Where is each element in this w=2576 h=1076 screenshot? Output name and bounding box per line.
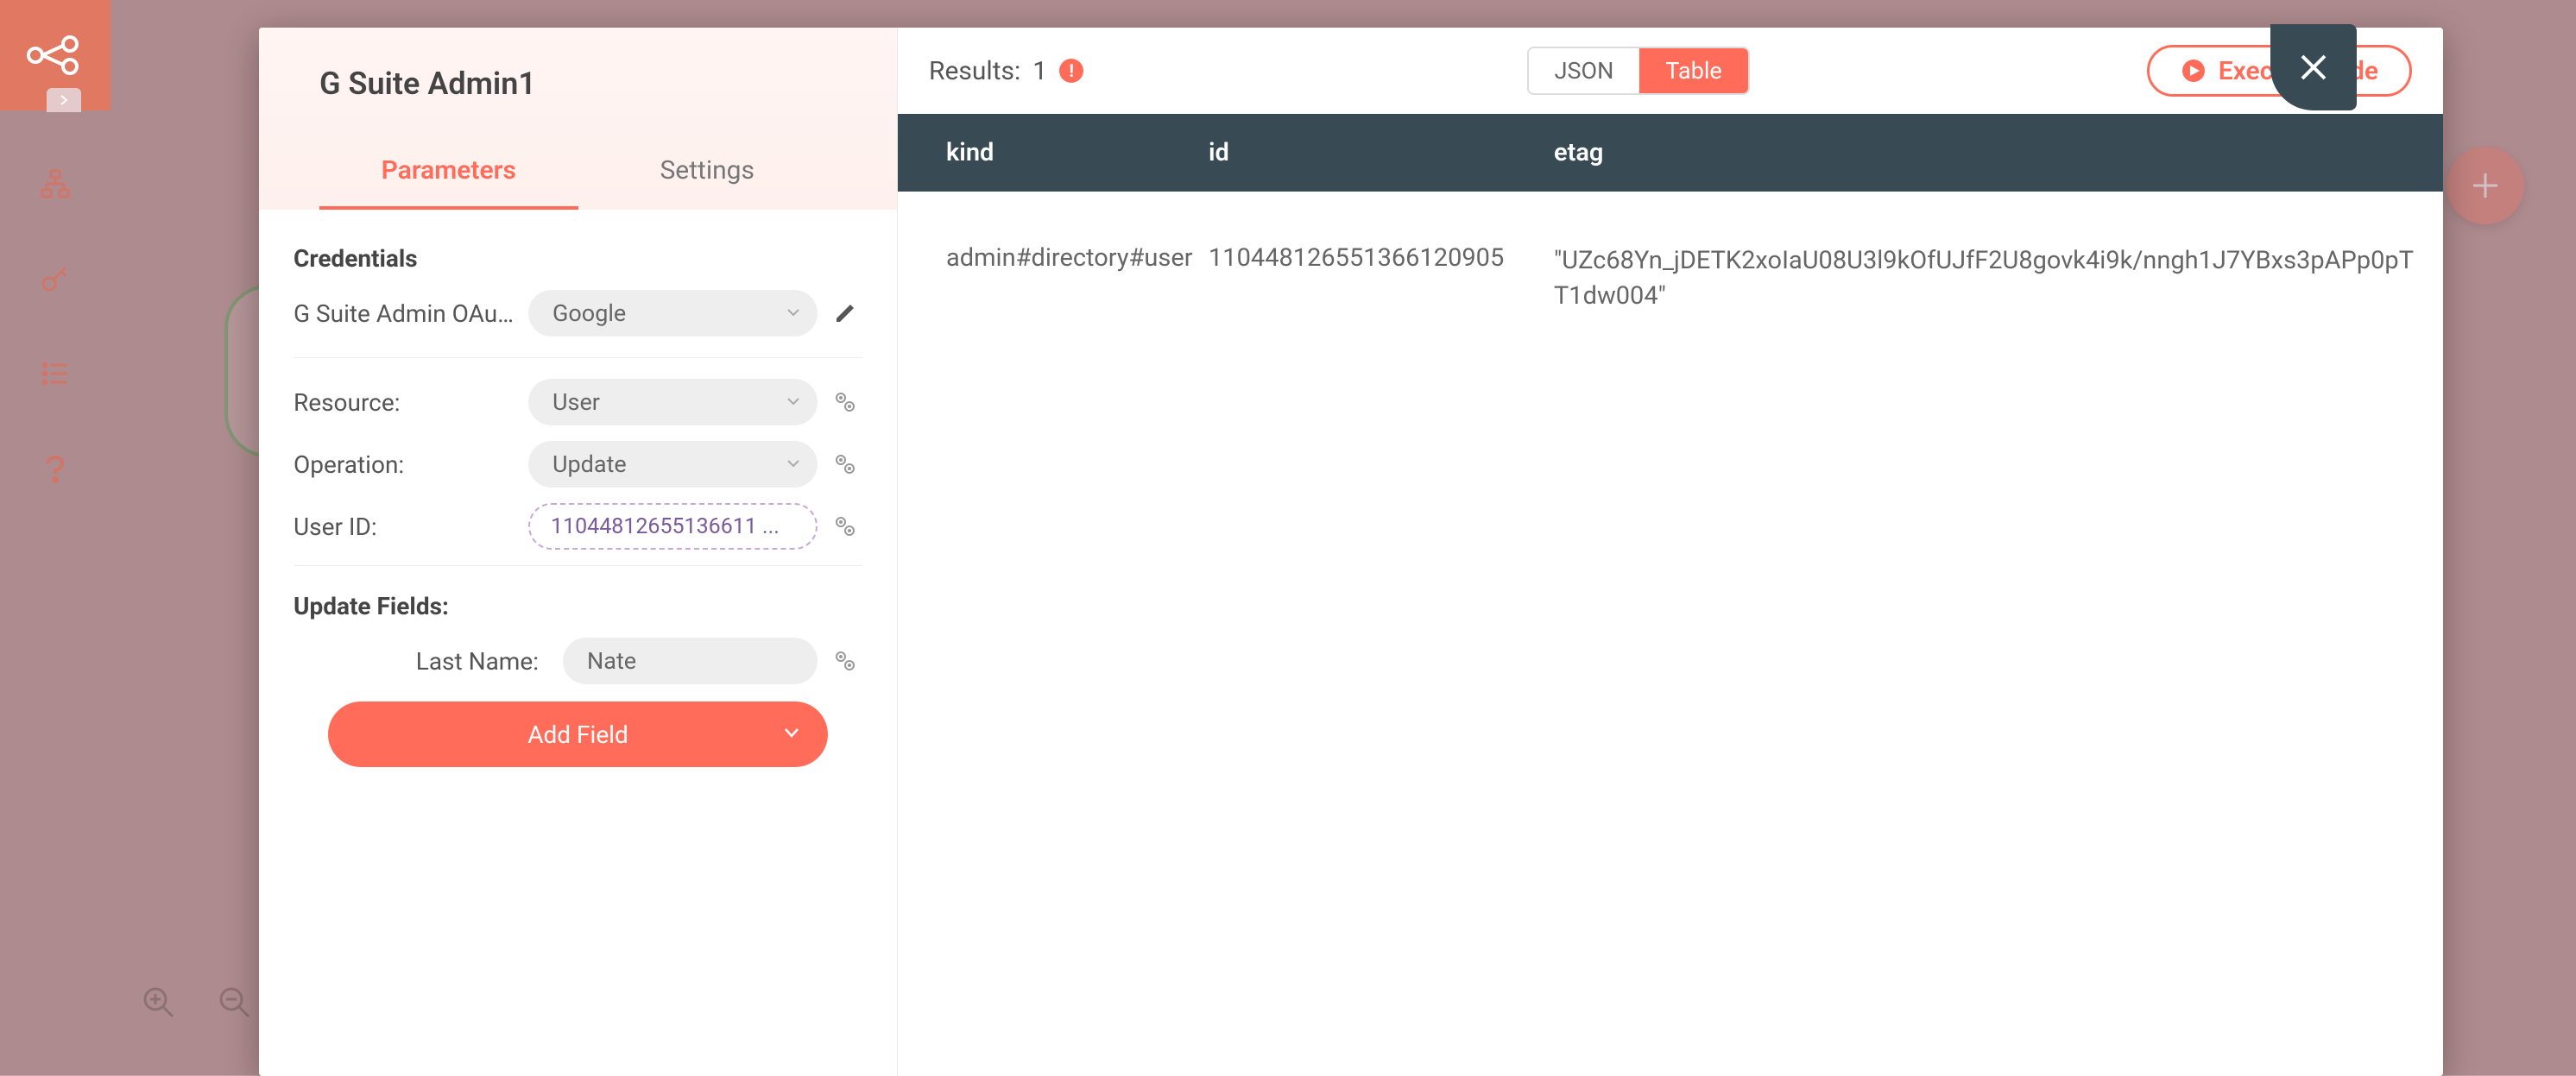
node-title: G Suite Admin1 xyxy=(319,66,837,102)
tab-settings[interactable]: Settings xyxy=(578,140,837,210)
chevron-down-icon xyxy=(785,450,802,478)
resource-value: User xyxy=(552,388,600,416)
lastname-input[interactable]: Nate xyxy=(563,638,818,684)
operation-label: Operation: xyxy=(294,450,518,479)
chevron-right-icon xyxy=(57,93,71,107)
params-body: Credentials G Suite Admin OAut... Google… xyxy=(259,210,897,767)
userid-options-button[interactable] xyxy=(828,513,862,539)
cell-etag: "UZc68Yn_jDETK2xoIaU08U3l9kOfUJfF2U8govk… xyxy=(1537,243,2443,313)
update-fields-heading: Update Fields: xyxy=(294,565,862,620)
operation-options-button[interactable] xyxy=(828,451,862,477)
col-header-kind: kind xyxy=(898,138,1191,167)
credentials-edit-button[interactable] xyxy=(828,301,862,325)
view-table-button[interactable]: Table xyxy=(1639,48,1747,93)
logo-nodes-icon xyxy=(25,34,85,77)
operation-value: Update xyxy=(552,450,627,478)
modal-results-panel: Results: 1 ! JSON Table Execute Node kin… xyxy=(898,28,2443,1076)
add-field-label: Add Field xyxy=(527,720,628,749)
userid-value: 11044812655136611 ... xyxy=(551,514,780,539)
chevron-down-icon xyxy=(785,388,802,416)
resource-label: Resource: xyxy=(294,388,518,417)
credentials-select[interactable]: Google xyxy=(528,290,818,337)
col-header-id: id xyxy=(1191,138,1537,167)
results-label: Results: xyxy=(929,56,1020,86)
add-field-button[interactable]: Add Field xyxy=(328,702,828,767)
col-header-etag: etag xyxy=(1537,138,2443,167)
modal-params-panel: G Suite Admin1 Parameters Settings Crede… xyxy=(259,28,898,1076)
lastname-label: Last Name: xyxy=(294,647,552,676)
resource-options-button[interactable] xyxy=(828,389,862,415)
resource-row: Resource: User xyxy=(294,379,862,425)
cell-kind: admin#directory#user xyxy=(898,243,1191,273)
pencil-icon xyxy=(833,301,857,325)
chevron-down-icon xyxy=(785,299,802,327)
userid-input[interactable]: 11044812655136611 ... xyxy=(528,503,818,550)
gears-icon xyxy=(832,451,858,477)
app-logo[interactable] xyxy=(0,0,110,110)
sidebar-expand-button[interactable] xyxy=(47,88,81,112)
panel-tabs: Parameters Settings xyxy=(319,140,837,210)
credentials-heading: Credentials xyxy=(294,244,862,273)
info-icon[interactable]: ! xyxy=(1059,59,1083,83)
gears-icon xyxy=(832,513,858,539)
list-icon xyxy=(40,358,71,389)
question-icon xyxy=(40,453,71,484)
gears-icon xyxy=(832,648,858,674)
results-table: kind id etag admin#directory#user 110448… xyxy=(898,114,2443,365)
credentials-row: G Suite Admin OAut... Google xyxy=(294,290,862,358)
results-header: Results: 1 ! JSON Table Execute Node xyxy=(898,28,2443,114)
cell-id: 110448126551366120905 xyxy=(1191,243,1537,273)
modal-header: G Suite Admin1 Parameters Settings xyxy=(259,28,897,210)
userid-row: User ID: 11044812655136611 ... xyxy=(294,503,862,550)
operation-row: Operation: Update xyxy=(294,441,862,488)
operation-select[interactable]: Update xyxy=(528,441,818,488)
view-json-button[interactable]: JSON xyxy=(1529,48,1640,93)
table-header-row: kind id etag xyxy=(898,114,2443,192)
key-icon xyxy=(40,263,71,294)
close-button[interactable] xyxy=(2270,24,2357,110)
gears-icon xyxy=(832,389,858,415)
sidebar-item-credentials[interactable] xyxy=(34,257,77,300)
sidebar-item-workflows[interactable] xyxy=(34,162,77,205)
resource-select[interactable]: User xyxy=(528,379,818,425)
credentials-label: G Suite Admin OAut... xyxy=(294,299,518,328)
results-number: 1 xyxy=(1032,56,1047,86)
sidebar-item-executions[interactable] xyxy=(34,352,77,395)
view-toggle: JSON Table xyxy=(1527,47,1750,95)
lastname-options-button[interactable] xyxy=(828,648,862,674)
userid-label: User ID: xyxy=(294,513,518,541)
lastname-row: Last Name: Nate xyxy=(294,638,862,684)
app-sidebar xyxy=(0,0,110,1075)
sitemap-icon xyxy=(40,168,71,199)
play-circle-icon xyxy=(2181,58,2207,84)
node-detail-modal: G Suite Admin1 Parameters Settings Crede… xyxy=(259,28,2443,1076)
sidebar-item-help[interactable] xyxy=(34,447,77,490)
credentials-value: Google xyxy=(552,299,626,327)
table-row[interactable]: admin#directory#user 1104481265513661209… xyxy=(898,192,2443,365)
results-count: Results: 1 ! xyxy=(929,56,1083,86)
chevron-down-icon xyxy=(781,720,802,749)
close-icon xyxy=(2295,49,2332,85)
tab-parameters[interactable]: Parameters xyxy=(319,140,578,210)
lastname-value: Nate xyxy=(587,647,636,675)
